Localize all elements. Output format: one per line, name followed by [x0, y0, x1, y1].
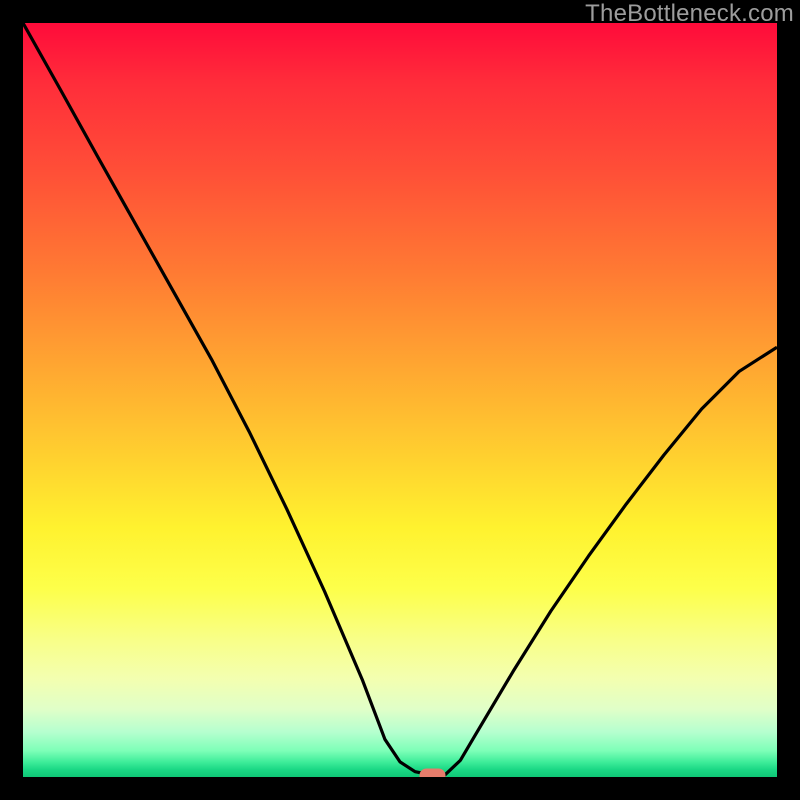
bottleneck-marker [420, 769, 445, 777]
plot-area [23, 23, 777, 777]
watermark-text: TheBottleneck.com [585, 0, 794, 28]
bottleneck-curve [23, 23, 777, 777]
chart-frame: TheBottleneck.com [0, 0, 800, 800]
curve-path [23, 23, 777, 775]
